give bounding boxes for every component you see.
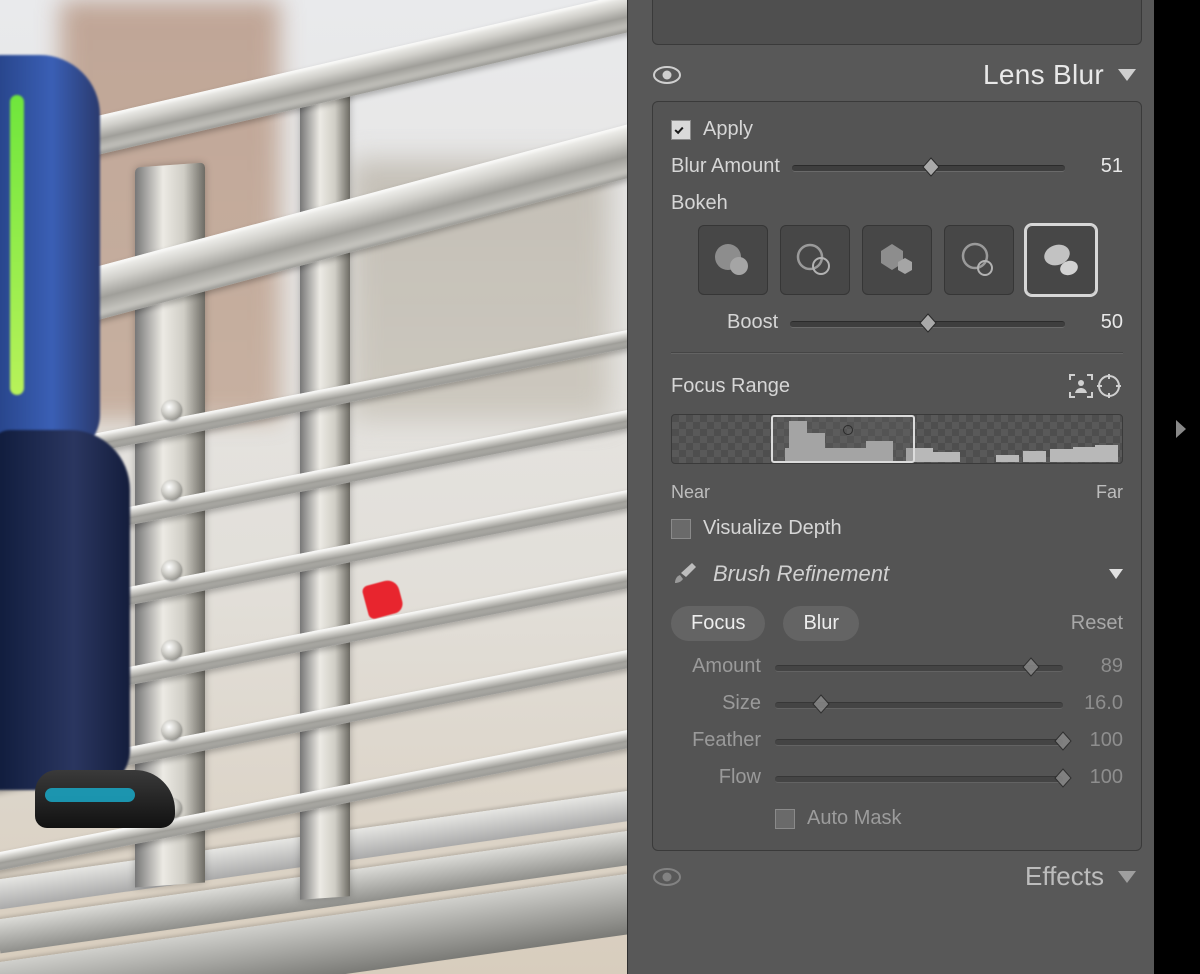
brush-feather-row: Feather 100 (671, 729, 1123, 752)
brush-refinement-header[interactable]: Brush Refinement (671, 560, 1123, 588)
collapse-icon[interactable] (1118, 69, 1136, 81)
target-focus-icon[interactable] (1095, 372, 1123, 400)
brush-collapse-icon[interactable] (1109, 569, 1123, 579)
brush-flow-row: Flow 100 (671, 766, 1123, 789)
brush-flow-slider[interactable] (775, 768, 1063, 788)
blur-amount-value[interactable]: 51 (1077, 155, 1123, 178)
bokeh-label: Bokeh (671, 192, 1123, 215)
boost-label: Boost (727, 311, 778, 334)
bokeh-option-4[interactable] (944, 225, 1014, 295)
visualize-depth-checkbox[interactable] (671, 519, 691, 539)
brush-size-value[interactable]: 16.0 (1077, 692, 1123, 715)
eye-icon[interactable] (652, 64, 682, 86)
near-label: Near (671, 482, 710, 503)
brush-amount-row: Amount 89 (671, 655, 1123, 678)
visualize-depth-label: Visualize Depth (703, 517, 842, 540)
bokeh-option-2[interactable] (780, 225, 850, 295)
effects-collapse-icon[interactable] (1118, 871, 1136, 883)
brush-mode-row: Focus Blur Reset (671, 606, 1123, 641)
boost-slider[interactable] (790, 313, 1065, 333)
far-label: Far (1096, 482, 1123, 503)
app-root: Lens Blur Apply Blur Amount 51 Bokeh (0, 0, 1200, 974)
bokeh-option-3[interactable] (862, 225, 932, 295)
brush-size-slider[interactable] (775, 694, 1063, 714)
blur-amount-label: Blur Amount (671, 155, 780, 178)
develop-panel: Lens Blur Apply Blur Amount 51 Bokeh (627, 0, 1154, 974)
brush-size-row: Size 16.0 (671, 692, 1123, 715)
lens-blur-body: Apply Blur Amount 51 Bokeh (652, 101, 1142, 851)
boost-row: Boost 50 (671, 311, 1123, 334)
brush-size-label: Size (671, 692, 761, 715)
brush-icon (671, 560, 699, 588)
brush-flow-value[interactable]: 100 (1077, 766, 1123, 789)
right-rail (1154, 0, 1200, 974)
focus-range-label: Focus Range (671, 375, 1067, 398)
subject-focus-icon[interactable] (1067, 372, 1095, 400)
brush-amount-value[interactable]: 89 (1077, 655, 1123, 678)
previous-panel-collapsed[interactable] (652, 0, 1142, 45)
blur-amount-row: Blur Amount 51 (671, 155, 1123, 178)
brush-feather-value[interactable]: 100 (1077, 729, 1123, 752)
focus-range-header: Focus Range (671, 372, 1123, 400)
visualize-depth-row: Visualize Depth (671, 517, 1123, 540)
brush-amount-slider[interactable] (775, 657, 1063, 677)
focus-range-graph[interactable] (671, 414, 1123, 464)
boost-value[interactable]: 50 (1077, 311, 1123, 334)
eye-icon[interactable] (652, 866, 682, 888)
bokeh-option-1[interactable] (698, 225, 768, 295)
photo-preview[interactable] (0, 0, 627, 974)
effects-header[interactable]: Effects (628, 851, 1154, 892)
brush-amount-label: Amount (671, 655, 761, 678)
bokeh-section: Bokeh (671, 192, 1123, 297)
apply-row: Apply (671, 118, 1123, 141)
brush-feather-label: Feather (671, 729, 761, 752)
effects-title: Effects (1025, 861, 1104, 892)
reset-button[interactable]: Reset (1071, 612, 1123, 635)
near-far-labels: Near Far (671, 482, 1123, 503)
brush-refinement-title: Brush Refinement (713, 561, 1095, 587)
lens-blur-header[interactable]: Lens Blur (628, 53, 1154, 101)
divider (671, 352, 1123, 354)
focus-pill[interactable]: Focus (671, 606, 765, 641)
blur-pill[interactable]: Blur (783, 606, 859, 641)
apply-checkbox[interactable] (671, 120, 691, 140)
apply-label: Apply (703, 118, 753, 141)
panel-title: Lens Blur (983, 59, 1104, 91)
bokeh-option-5[interactable] (1026, 225, 1096, 295)
auto-mask-row: Auto Mask (775, 807, 1123, 830)
brush-feather-slider[interactable] (775, 731, 1063, 751)
blur-amount-slider[interactable] (792, 157, 1065, 177)
expand-right-icon[interactable] (1176, 420, 1186, 438)
auto-mask-checkbox[interactable] (775, 809, 795, 829)
brush-flow-label: Flow (671, 766, 761, 789)
auto-mask-label: Auto Mask (807, 807, 901, 830)
